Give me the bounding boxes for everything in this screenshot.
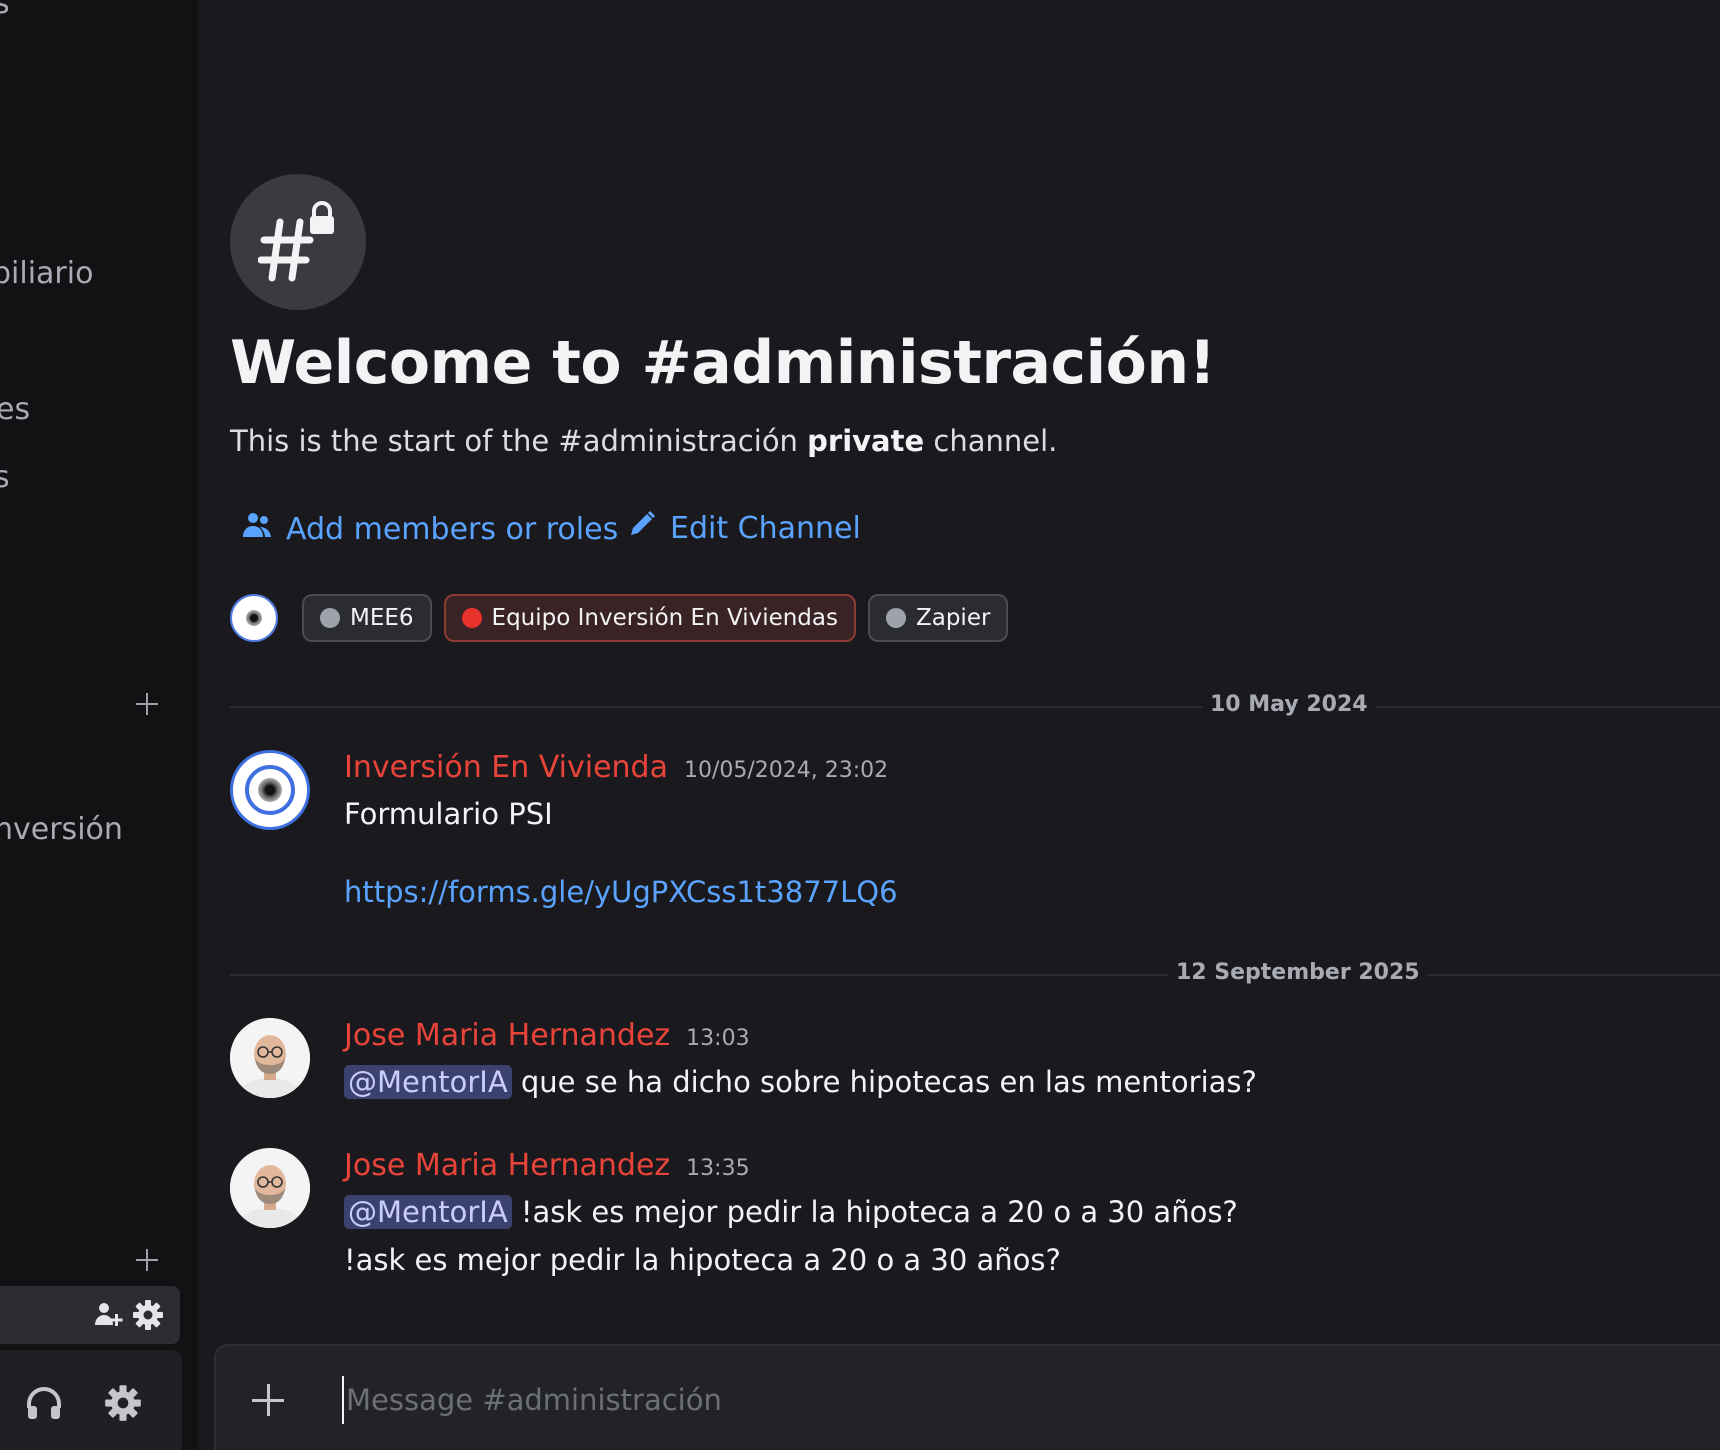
user-mention[interactable]: @MentorIA bbox=[344, 1195, 512, 1229]
message-composer bbox=[214, 1344, 1720, 1450]
message-content: que se ha dicho sobre hipotecas en las m… bbox=[511, 1065, 1257, 1099]
message-text: Formulario PSI bbox=[344, 797, 553, 831]
role-pill-zapier[interactable]: Zapier bbox=[867, 594, 1009, 642]
welcome-subtitle: This is the start of the #administración… bbox=[230, 424, 1057, 458]
role-color-dot bbox=[885, 608, 906, 628]
discord-app: s biliario es s nversión Welcome to #adm… bbox=[0, 0, 1720, 1450]
user-panel bbox=[0, 1350, 182, 1450]
message-text: @MentorIA que se ha dicho sobre hipoteca… bbox=[344, 1065, 1257, 1099]
headphones-icon[interactable] bbox=[24, 1384, 64, 1428]
edit-channel-button[interactable]: Edit Channel bbox=[628, 510, 861, 546]
sidebar-channel-fragment[interactable]: s bbox=[0, 0, 10, 21]
channel-settings-gear-icon[interactable] bbox=[132, 1299, 164, 1335]
subtitle-private: private bbox=[807, 424, 925, 458]
pencil-icon bbox=[628, 510, 656, 546]
author-avatar[interactable] bbox=[230, 1148, 310, 1228]
sidebar-channel-fragment[interactable]: s bbox=[0, 460, 10, 495]
date-divider bbox=[230, 974, 1720, 976]
attach-plus-icon[interactable] bbox=[250, 1382, 286, 1418]
message-author[interactable]: Jose Maria Hernandez bbox=[344, 1018, 670, 1053]
subtitle-suffix: channel. bbox=[924, 424, 1058, 458]
role-color-dot bbox=[461, 608, 482, 628]
date-divider-label: 10 May 2024 bbox=[1202, 692, 1376, 717]
message-author[interactable]: Inversión En Vivienda bbox=[344, 750, 668, 785]
message-content: !ask es mejor pedir la hipoteca a 20 o a… bbox=[511, 1195, 1238, 1229]
date-divider bbox=[230, 706, 1720, 708]
message-timestamp: 10/05/2024, 23:02 bbox=[683, 758, 889, 783]
message-text: @MentorIA !ask es mejor pedir la hipotec… bbox=[344, 1195, 1238, 1229]
role-color-dot bbox=[320, 608, 340, 628]
add-members-button[interactable]: Add members or roles bbox=[242, 510, 618, 548]
welcome-title: Welcome to #administración! bbox=[230, 328, 1216, 398]
create-channel-plus-icon[interactable] bbox=[134, 1247, 160, 1273]
create-channel-plus-icon[interactable] bbox=[134, 691, 160, 717]
server-member-avatar[interactable] bbox=[230, 594, 278, 642]
user-settings-gear-icon[interactable] bbox=[104, 1384, 142, 1426]
role-pill-equipo[interactable]: Equipo Inversión En Viviendas bbox=[443, 594, 856, 642]
role-name: Zapier bbox=[915, 605, 991, 631]
role-name: MEE6 bbox=[350, 605, 414, 631]
add-members-label: Add members or roles bbox=[286, 511, 619, 547]
message-timestamp: 13:35 bbox=[686, 1156, 750, 1181]
sidebar-channel-fragment[interactable]: biliario bbox=[0, 256, 93, 291]
date-divider-label: 12 September 2025 bbox=[1168, 960, 1428, 985]
message-text: !ask es mejor pedir la hipoteca a 20 o a… bbox=[344, 1243, 1061, 1277]
subtitle-prefix: This is the start of the #administración bbox=[230, 424, 808, 458]
sidebar-active-channel[interactable] bbox=[0, 1286, 180, 1344]
private-channel-icon bbox=[230, 174, 366, 310]
sidebar-channel-fragment[interactable]: nversión bbox=[0, 812, 123, 847]
add-members-icon bbox=[242, 510, 272, 548]
message-link[interactable]: https://forms.gle/yUgPXCss1t3877LQ6 bbox=[344, 875, 898, 909]
channel-sidebar: s biliario es s nversión bbox=[0, 0, 198, 1450]
user-mention[interactable]: @MentorIA bbox=[344, 1065, 512, 1099]
edit-channel-label: Edit Channel bbox=[670, 510, 861, 546]
invite-members-icon[interactable] bbox=[92, 1299, 124, 1335]
message-author[interactable]: Jose Maria Hernandez bbox=[344, 1148, 670, 1183]
sidebar-channel-fragment[interactable]: es bbox=[0, 392, 30, 427]
message-timestamp: 13:03 bbox=[686, 1026, 750, 1051]
author-avatar[interactable] bbox=[230, 1018, 310, 1098]
role-name: Equipo Inversión En Viviendas bbox=[491, 605, 838, 631]
channel-roles-row: MEE6 Equipo Inversión En Viviendas Zapie… bbox=[230, 594, 1009, 642]
message-input[interactable] bbox=[342, 1376, 1548, 1424]
role-pill-mee6[interactable]: MEE6 bbox=[302, 594, 432, 642]
author-avatar[interactable] bbox=[230, 750, 310, 830]
chat-main: Welcome to #administración! This is the … bbox=[198, 0, 1720, 1450]
